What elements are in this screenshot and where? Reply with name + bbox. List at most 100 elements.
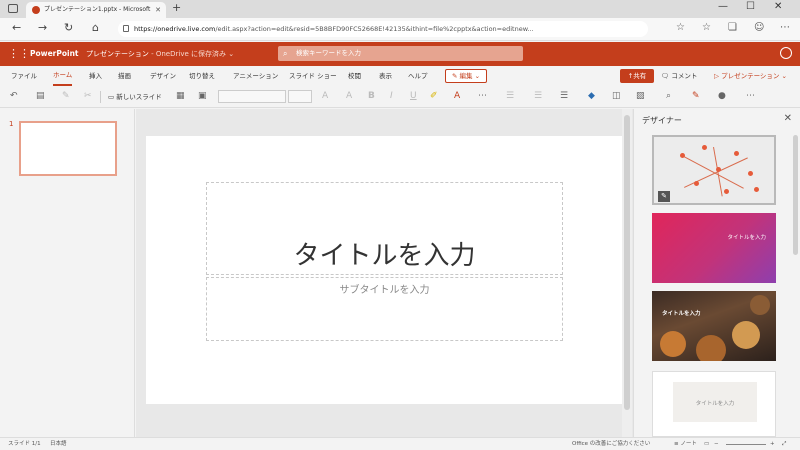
fit-slide-icon[interactable]: ⤢ <box>782 438 786 450</box>
align-icon[interactable]: ☰ <box>560 90 568 102</box>
designer-close-icon[interactable]: ✕ <box>784 113 792 124</box>
decor-dot <box>694 181 699 186</box>
tab-transitions[interactable]: 切り替え <box>189 66 215 86</box>
canvas-scrollbar[interactable] <box>622 109 632 437</box>
layout-icon[interactable]: ▦ <box>176 90 185 102</box>
underline-icon[interactable]: U <box>410 90 417 102</box>
font-size-box[interactable] <box>288 90 312 103</box>
tab-animations[interactable]: アニメーション <box>233 66 278 86</box>
picture-icon[interactable]: ▣ <box>198 90 207 102</box>
font-color-icon[interactable]: A <box>454 90 460 102</box>
increase-font-icon[interactable]: A <box>322 90 328 102</box>
feedback-link[interactable]: Office の改善にご協力ください <box>572 438 650 450</box>
tab-help[interactable]: ヘルプ <box>408 66 428 86</box>
app-window: プレゼンテーション1.pptx - Microsoft ✕ + — ☐ ✕ ← … <box>0 0 800 450</box>
zoom-in-button[interactable]: + <box>770 438 775 450</box>
new-tab-button[interactable]: + <box>172 1 181 14</box>
arrange-icon[interactable]: ◫ <box>612 90 621 102</box>
forward-icon[interactable]: → <box>38 21 47 34</box>
normal-view-icon[interactable]: ▭ <box>704 438 709 450</box>
designer-scrollbar[interactable] <box>793 135 798 255</box>
office-header: ⋮⋮ PowerPoint プレゼンテーション - OneDrive に保存済み… <box>0 42 800 66</box>
close-window-icon[interactable]: ✕ <box>774 1 782 12</box>
bold-icon[interactable]: B <box>368 90 375 102</box>
app-launcher-icon[interactable]: ⋮⋮ <box>8 47 30 60</box>
collections-icon[interactable]: ❏ <box>728 22 737 33</box>
tab-home[interactable]: ホーム <box>53 66 73 86</box>
more-options-icon[interactable]: ⋯ <box>746 90 755 102</box>
italic-icon[interactable]: I <box>390 90 393 102</box>
dictate-icon[interactable]: ● <box>718 90 726 102</box>
title-placeholder[interactable]: タイトルを入力 <box>206 182 563 275</box>
document-name[interactable]: プレゼンテーション - OneDrive に保存済み ⌄ <box>86 42 234 66</box>
decor-dot <box>754 187 759 192</box>
shapes-icon[interactable]: ◆ <box>588 90 595 102</box>
decrease-font-icon[interactable]: A <box>346 90 352 102</box>
notes-button[interactable]: ≡ ノート <box>674 438 697 450</box>
slide-thumbnail[interactable] <box>19 121 117 176</box>
back-icon[interactable]: ← <box>12 21 21 34</box>
new-slide-button[interactable]: ▭ 新しいスライド <box>108 91 162 101</box>
app-name[interactable]: PowerPoint <box>30 42 79 66</box>
refresh-icon[interactable]: ↻ <box>64 21 73 34</box>
tab-review[interactable]: 校閲 <box>348 66 361 86</box>
slide-number: 1 <box>9 120 14 128</box>
clipboard-icon[interactable]: ▤ <box>36 90 45 102</box>
tab-actions-icon[interactable] <box>8 4 18 13</box>
search-box[interactable]: ⌕ 検索キーワードを入力 <box>278 46 523 61</box>
tab-file[interactable]: ファイル <box>11 66 37 86</box>
home-icon[interactable]: ⌂ <box>92 21 99 34</box>
tab-close-icon[interactable]: ✕ <box>155 2 161 18</box>
undo-icon[interactable]: ↶ <box>10 90 18 102</box>
font-name-box[interactable] <box>218 90 286 103</box>
find-icon[interactable]: ⌕ <box>666 90 671 102</box>
save-status: - OneDrive に保存済み ⌄ <box>151 50 235 58</box>
design-idea-2[interactable]: タイトルを入力 <box>652 213 776 283</box>
zoom-slider[interactable] <box>726 444 766 445</box>
bullets-icon[interactable]: ☰ <box>506 90 514 102</box>
present-button[interactable]: ▷ プレゼンテーション ⌄ <box>714 69 787 83</box>
tab-draw[interactable]: 描画 <box>118 66 131 86</box>
account-icon[interactable] <box>780 47 792 59</box>
edit-mode-button[interactable]: ✎ 編集 ⌄ <box>445 69 487 83</box>
designer-icon[interactable]: ✎ <box>692 90 700 102</box>
subtitle-placeholder[interactable]: サブタイトルを入力 <box>206 277 563 341</box>
toolbar-divider <box>100 91 101 103</box>
status-bar: スライド 1/1 日本語 Office の改善にご協力ください ≡ ノート ▭ … <box>0 437 800 450</box>
url-field[interactable]: https://onedrive.live.com/edit.aspx?acti… <box>118 21 648 37</box>
tab-design[interactable]: デザイン <box>150 66 176 86</box>
format-painter-icon[interactable]: ✎ <box>62 90 70 102</box>
slide-thumbnail-pane: 1 <box>0 109 135 437</box>
tab-view[interactable]: 表示 <box>379 66 392 86</box>
doc-title: プレゼンテーション <box>86 50 149 58</box>
comments-button[interactable]: 🗨 コメント <box>661 69 697 83</box>
slide-counter: スライド 1/1 <box>8 441 41 447</box>
ribbon-tabs: ファイル ホーム 挿入 描画 デザイン 切り替え アニメーション スライド ショ… <box>0 66 800 86</box>
tab-insert[interactable]: 挿入 <box>89 66 102 86</box>
design-idea-4[interactable]: タイトルを入力 <box>652 371 776 437</box>
maximize-icon[interactable]: ☐ <box>746 1 755 12</box>
tab-slideshow[interactable]: スライド ショー <box>289 66 337 86</box>
minimize-icon[interactable]: — <box>718 1 728 12</box>
favorites-icon[interactable]: ☆ <box>676 22 685 33</box>
home-toolbar: ↶ ▤ ✎ ✂ ▭ 新しいスライド ▦ ▣ A A B I U ✐ A ⋯ ☰ … <box>0 86 800 108</box>
url-host: https://onedrive.live.com <box>134 25 216 33</box>
zoom-out-button[interactable]: − <box>714 438 719 450</box>
design-idea-3[interactable]: タイトルを入力 <box>652 291 776 361</box>
decor-dot <box>680 153 685 158</box>
numbering-icon[interactable]: ☰ <box>534 90 542 102</box>
cut-icon[interactable]: ✂ <box>84 90 92 102</box>
more-font-icon[interactable]: ⋯ <box>478 90 487 102</box>
quick-styles-icon[interactable]: ▨ <box>636 90 645 102</box>
language-indicator[interactable]: 日本語 <box>50 438 67 450</box>
slide[interactable]: タイトルを入力 サブタイトルを入力 <box>146 136 624 404</box>
more-icon[interactable]: ⋯ <box>780 22 790 33</box>
profile-icon[interactable]: ☺ <box>754 22 764 33</box>
scrollbar-thumb[interactable] <box>624 115 630 410</box>
design-idea-1[interactable]: ✎ <box>652 135 776 205</box>
reading-list-icon[interactable]: ☆ <box>702 22 711 33</box>
new-slide-label: 新しいスライド <box>116 93 162 101</box>
share-button[interactable]: ↑共有 <box>620 69 654 83</box>
highlight-icon[interactable]: ✐ <box>430 90 438 102</box>
browser-tab[interactable]: プレゼンテーション1.pptx - Microsoft ✕ <box>26 2 166 18</box>
